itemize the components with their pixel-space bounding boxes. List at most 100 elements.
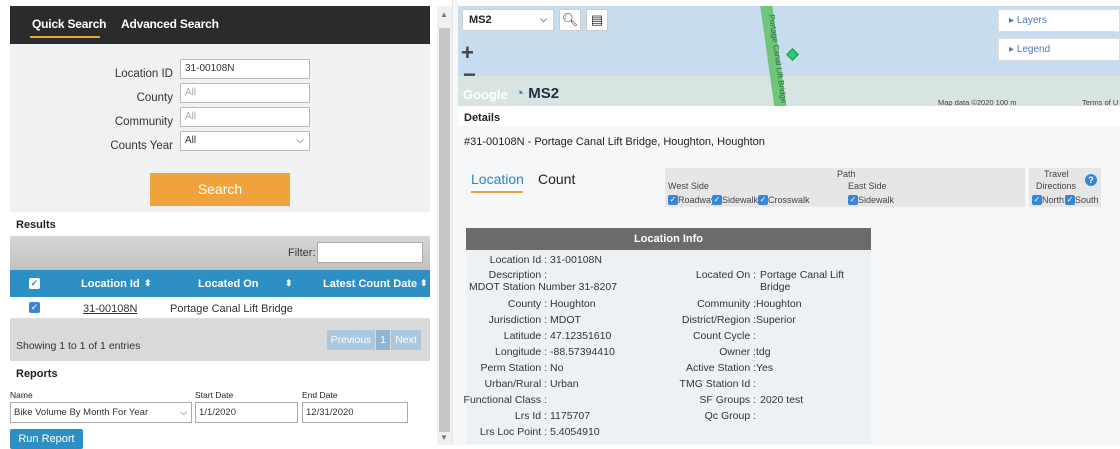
info-label: Urban/Rural : (484, 378, 547, 390)
entries-count: Showing 1 to 1 of 1 entries (16, 340, 141, 352)
select-all-checkbox[interactable]: ✓ (29, 278, 40, 289)
sidewalk-west-checkbox[interactable]: ✓ (712, 195, 722, 205)
legend-button[interactable]: ▸ Legend (998, 38, 1120, 61)
tab-location[interactable]: Location (471, 171, 524, 187)
map-view[interactable]: Portage Canal Lift Bridge MS2 ⌵ 🔍︎ ▤ + −… (458, 6, 1120, 106)
active-tab-underline (30, 36, 100, 38)
start-date-input[interactable]: 1/1/2020 (195, 402, 298, 423)
sidewalk-west-label: Sidewalk (722, 195, 759, 205)
search-icon[interactable]: 🔍︎ (559, 9, 581, 31)
info-label: Active Station : (685, 362, 756, 374)
table-row[interactable]: ✓ 31-00108N Portage Canal Lift Bridge (10, 297, 430, 319)
filter-input[interactable] (317, 242, 423, 263)
end-date-label: End Date (302, 390, 338, 400)
layers-button[interactable]: ▸ Layers (998, 9, 1120, 32)
google-logo: Google (463, 87, 508, 102)
details-heading: Details (464, 112, 501, 124)
info-value: No (550, 362, 564, 374)
info-value: 47.12351610 (550, 330, 612, 342)
report-name-label: Name (10, 390, 33, 400)
station-marker-icon[interactable] (786, 48, 799, 61)
results-heading: Results (16, 219, 56, 231)
end-date-input[interactable]: 12/31/2020 (302, 402, 408, 423)
page-1-button[interactable]: 1 (376, 330, 390, 350)
info-label: Lrs Loc Point : (479, 426, 547, 438)
info-value: Superior (756, 314, 796, 326)
legend-label: Legend (1016, 44, 1051, 55)
path-box: Path West Side East Side ✓ Roadway ✓ Sid… (665, 168, 1025, 207)
chevron-down-icon: ⌵ (540, 14, 547, 24)
counts-year-select[interactable]: All ⌵ (180, 131, 310, 151)
counts-year-value: All (185, 135, 197, 146)
search-button[interactable]: Search (150, 173, 290, 206)
info-value: 1175707 (550, 410, 591, 422)
map-layer-select[interactable]: MS2 ⌵ (462, 9, 554, 31)
chevron-down-icon: ⌵ (296, 135, 304, 146)
zoom-out-icon[interactable]: − (463, 62, 476, 88)
next-button[interactable]: Next (391, 330, 421, 350)
active-tab-underline (471, 191, 523, 193)
info-value: Portage Canal Lift (760, 269, 845, 281)
sidewalk-east-checkbox[interactable]: ✓ (848, 195, 858, 205)
west-side-label: West Side (668, 181, 709, 191)
directions-label: Directions (1036, 181, 1077, 191)
book-icon[interactable]: ▤ (586, 9, 608, 31)
info-label: Location Id : (489, 254, 547, 266)
info-label: Latitude : (503, 330, 547, 342)
info-value: 31-00108N (550, 254, 602, 266)
info-label: Qc Group : (704, 410, 756, 422)
column-located-on[interactable]: Located On (198, 278, 259, 290)
sort-icon[interactable]: ⬍ (420, 278, 428, 289)
run-report-button[interactable]: Run Report (10, 429, 83, 449)
previous-button[interactable]: Previous (327, 330, 375, 350)
start-date-label: Start Date (195, 390, 234, 400)
column-location-id[interactable]: Location Id (81, 278, 140, 290)
filter-bar: Filter: (10, 236, 430, 270)
scroll-down-icon[interactable]: ▼ (440, 433, 448, 442)
location-info-body: Location Id : 31-00108N Description : MD… (463, 250, 871, 444)
info-label: TMG Station Id : (679, 378, 756, 390)
layers-label: Layers (1016, 15, 1047, 26)
tab-advanced-search[interactable]: Advanced Search (121, 17, 219, 31)
location-id-label: Location ID (114, 68, 173, 80)
chevron-down-icon: ⌵ (180, 407, 187, 417)
sort-icon[interactable]: ⬍ (285, 278, 293, 289)
east-side-label: East Side (848, 181, 887, 191)
located-on-cell: Portage Canal Lift Bridge (170, 303, 293, 315)
north-checkbox[interactable]: ✓ (1032, 195, 1042, 205)
help-icon[interactable]: ? (1085, 174, 1097, 186)
results-table-header: ✓ Location Id ⬍ Located On ⬍ Latest Coun… (10, 270, 430, 297)
south-checkbox[interactable]: ✓ (1065, 195, 1075, 205)
roadway-label: Roadway (678, 195, 716, 205)
info-label: Lrs Id : (514, 410, 547, 422)
location-id-input[interactable]: 31-00108N (180, 59, 310, 79)
report-name-select[interactable]: Bike Volume By Month For Year ⌵ (10, 402, 192, 423)
crosswalk-checkbox[interactable]: ✓ (758, 195, 768, 205)
county-label: County (136, 92, 173, 104)
roadway-checkbox[interactable]: ✓ (668, 195, 678, 205)
terms-link[interactable]: Terms of U (1082, 98, 1118, 106)
info-value: tdg (756, 346, 771, 358)
scrollbar-thumb[interactable] (439, 28, 450, 432)
info-label: Community : (697, 298, 756, 310)
community-input[interactable]: All (180, 107, 310, 127)
tab-quick-search[interactable]: Quick Search (32, 17, 107, 31)
info-value: Yes (756, 362, 774, 374)
scroll-up-icon[interactable]: ▲ (440, 10, 448, 19)
info-value: MDOT (550, 314, 581, 326)
location-title: #31-00108N - Portage Canal Lift Bridge, … (464, 136, 765, 148)
location-id-link[interactable]: 31-00108N (83, 303, 137, 315)
info-value: Bridge (760, 281, 791, 293)
sort-icon[interactable]: ⬍ (144, 278, 152, 289)
county-input[interactable]: All (180, 83, 310, 103)
tab-count[interactable]: Count (538, 171, 575, 187)
left-panel-scrollbar[interactable]: ▲ ▼ (437, 6, 452, 445)
community-label: Community (114, 116, 173, 128)
info-value: Houghton (756, 298, 802, 310)
map-attribution: Map data ©2020 100 m (938, 98, 1017, 106)
info-label: Functional Class : (463, 394, 547, 406)
row-checkbox[interactable]: ✓ (29, 302, 40, 313)
column-latest-count-date[interactable]: Latest Count Date (323, 278, 417, 290)
chevron-right-icon: ▸ (1009, 15, 1015, 26)
sidewalk-east-label: Sidewalk (858, 195, 895, 205)
